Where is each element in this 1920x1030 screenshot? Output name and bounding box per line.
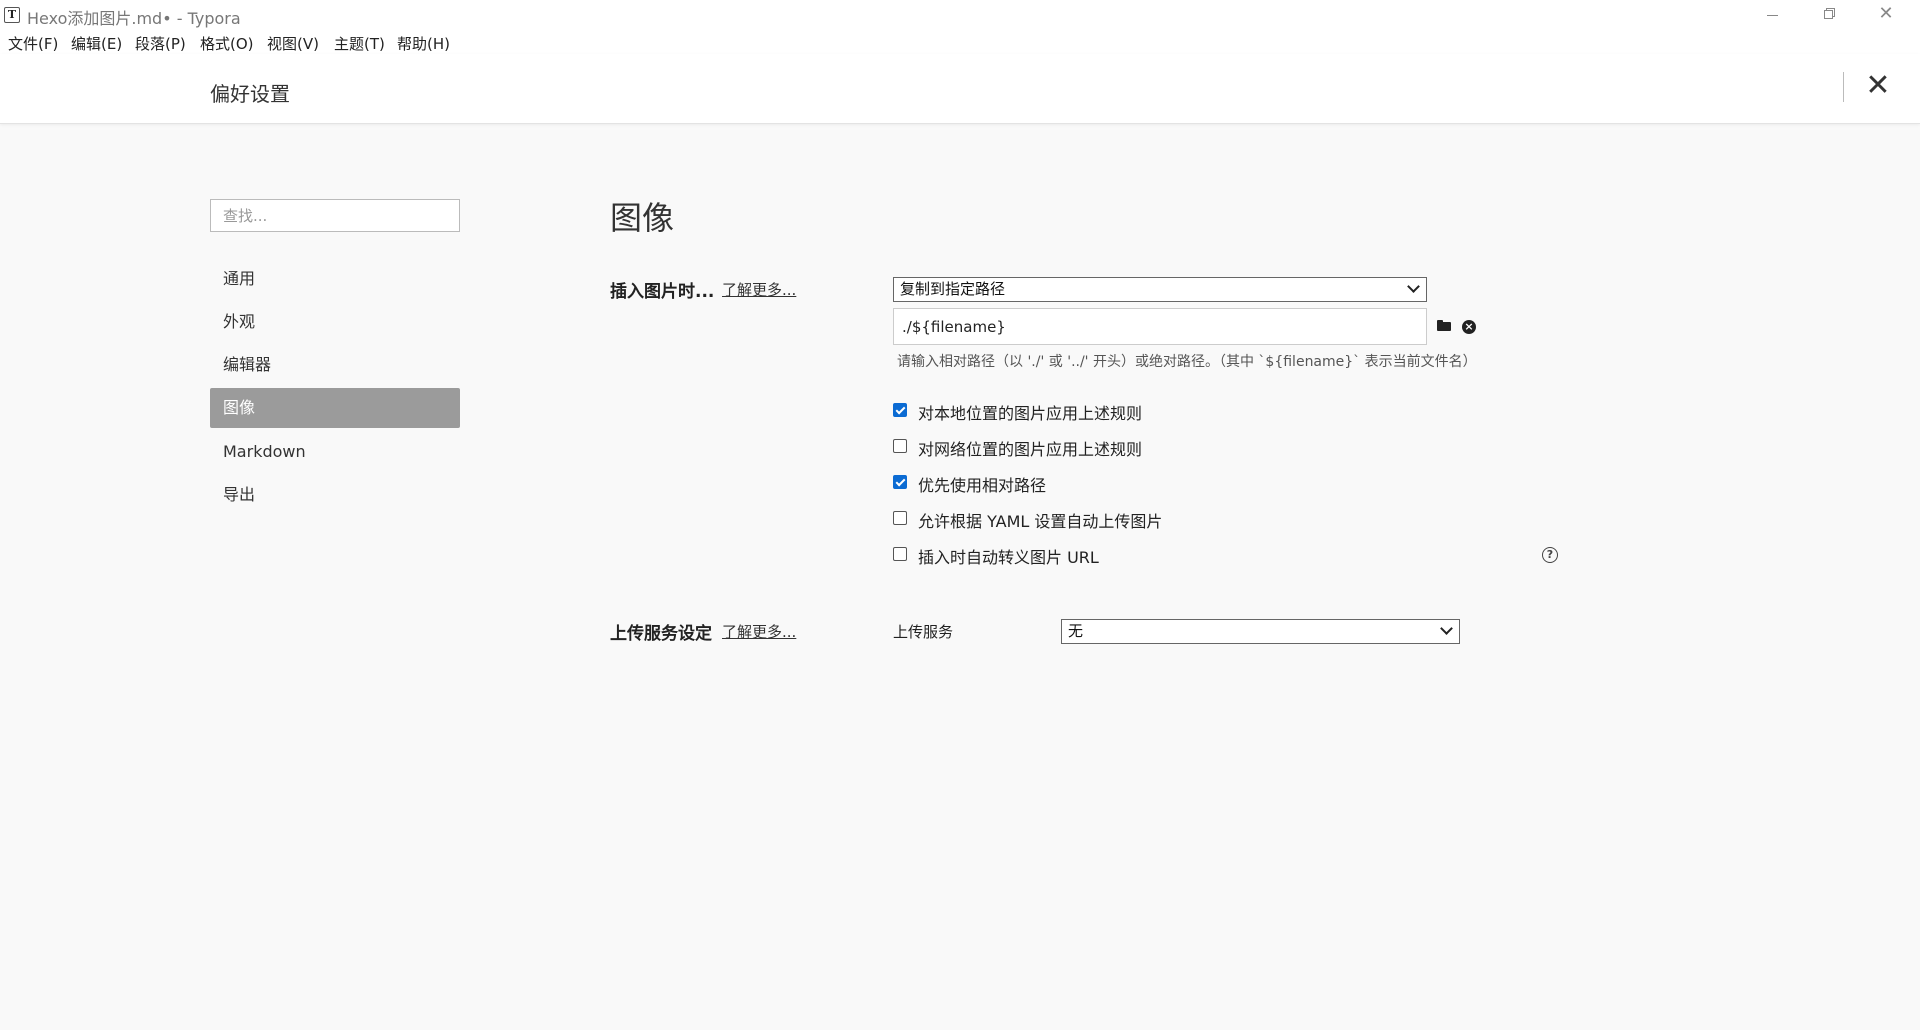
checkbox-escape-url[interactable] [893, 547, 907, 561]
menu-paragraph[interactable]: 段落(P) [135, 33, 186, 54]
checkbox-local-images[interactable] [893, 403, 907, 417]
preferences-header: 偏好设置 ✕ [0, 54, 1920, 124]
sidebar-item-appearance[interactable]: 外观 [210, 302, 460, 342]
clear-icon[interactable]: × [1462, 320, 1476, 334]
insert-learn-more-link[interactable]: 了解更多... [722, 279, 796, 300]
option-label: 优先使用相对路径 [918, 476, 1047, 495]
upload-service-select[interactable]: 无 [1061, 619, 1460, 644]
insert-image-label: 插入图片时... [610, 282, 715, 302]
menu-bar: 文件(F) 编辑(E) 段落(P) 格式(O) 视图(V) 主题(T) 帮助(H… [0, 30, 1920, 54]
insert-action-select[interactable]: 复制到指定路径 [893, 277, 1427, 302]
option-label: 对本地位置的图片应用上述规则 [918, 404, 1143, 423]
option-label: 对网络位置的图片应用上述规则 [918, 440, 1143, 459]
section-title: 图像 [610, 199, 675, 237]
menu-view[interactable]: 视图(V) [267, 33, 319, 54]
close-preferences-button[interactable]: ✕ [1860, 68, 1896, 104]
upload-service-label: 上传服务 [893, 623, 954, 641]
insert-action-value: 复制到指定路径 [900, 280, 1006, 298]
upload-service-value: 无 [1068, 622, 1084, 640]
title-bar: T Hexo添加图片.md• - Typora ✕ [0, 0, 1920, 30]
sidebar-item-general[interactable]: 通用 [210, 259, 460, 299]
chevron-down-icon [1439, 622, 1453, 636]
minimize-icon [1767, 15, 1778, 16]
menu-theme[interactable]: 主题(T) [334, 33, 385, 54]
search-input[interactable] [210, 199, 460, 232]
checkbox-relative-path[interactable] [893, 475, 907, 489]
menu-file[interactable]: 文件(F) [8, 33, 58, 54]
upload-service-settings-label: 上传服务设定 [610, 624, 712, 644]
sidebar-item-export[interactable]: 导出 [210, 475, 460, 515]
menu-edit[interactable]: 编辑(E) [71, 33, 122, 54]
sidebar-item-markdown[interactable]: Markdown [210, 432, 460, 472]
path-hint: 请输入相对路径（以 './' 或 '../' 开头）或绝对路径。（其中 `${f… [897, 354, 1477, 370]
sidebar-item-image[interactable]: 图像 [210, 388, 460, 428]
restore-icon [1824, 10, 1833, 19]
window-title: Hexo添加图片.md• - Typora [27, 9, 241, 28]
window-close-button[interactable]: ✕ [1858, 0, 1914, 30]
folder-icon[interactable] [1437, 320, 1451, 331]
minimize-button[interactable] [1744, 0, 1800, 30]
help-icon[interactable]: ? [1542, 547, 1558, 563]
image-path-input[interactable] [893, 308, 1427, 345]
close-icon: ✕ [1878, 3, 1894, 24]
header-divider [1843, 72, 1844, 102]
upload-learn-more-link[interactable]: 了解更多... [722, 621, 796, 642]
menu-format[interactable]: 格式(O) [200, 33, 254, 54]
page-title: 偏好设置 [210, 82, 290, 106]
sidebar-item-editor[interactable]: 编辑器 [210, 345, 460, 385]
restore-button[interactable] [1801, 0, 1857, 30]
menu-help[interactable]: 帮助(H) [397, 33, 450, 54]
checkbox-network-images[interactable] [893, 439, 907, 453]
typora-app-icon: T [4, 7, 20, 23]
checkbox-yaml-upload[interactable] [893, 511, 907, 525]
option-label: 插入时自动转义图片 URL [918, 548, 1099, 567]
option-label: 允许根据 YAML 设置自动上传图片 [918, 512, 1163, 531]
chevron-down-icon [1406, 280, 1420, 294]
